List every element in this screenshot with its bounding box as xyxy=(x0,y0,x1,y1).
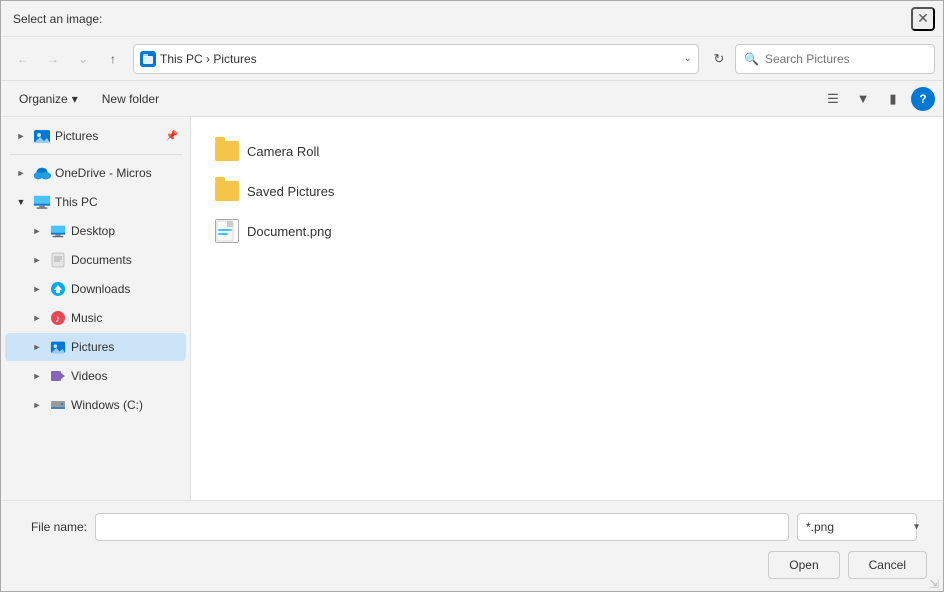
sidebar-label-windows-c: Windows (C:) xyxy=(71,398,143,412)
search-icon: 🔍 xyxy=(744,52,759,66)
dropdown-button[interactable]: ⌄ xyxy=(69,45,97,73)
music-icon: ♪ xyxy=(49,309,67,327)
nav-bar: ← → ⌄ ↑ This PC › Pictures ⌄ ↻ 🔍 xyxy=(1,37,943,81)
documents-icon xyxy=(49,251,67,269)
dialog-title: Select an image: xyxy=(13,12,102,26)
search-box[interactable]: 🔍 xyxy=(735,44,935,74)
file-name-document-png: Document.png xyxy=(247,224,332,239)
open-button[interactable]: Open xyxy=(768,551,839,579)
list-view-button[interactable]: ☰ xyxy=(819,86,847,112)
sidebar-item-windows-c[interactable]: ► Windows (C:) xyxy=(5,391,186,419)
bottom-bar: File name: *.png *.jpg *.bmp *.gif *.tif… xyxy=(1,500,943,591)
panel-icon: ▮ xyxy=(889,91,896,107)
expand-icon: ► xyxy=(29,223,45,239)
sidebar-label-desktop: Desktop xyxy=(71,224,115,238)
expand-icon: ► xyxy=(29,281,45,297)
dropdown-icon: ▼ xyxy=(857,91,870,106)
file-item-camera-roll[interactable]: Camera Roll xyxy=(207,133,927,169)
sidebar-label-videos: Videos xyxy=(71,369,107,383)
title-bar: Select an image: ✕ xyxy=(1,1,943,37)
sidebar-item-pictures-sub[interactable]: ► Pictures xyxy=(5,333,186,361)
file-name-label: File name: xyxy=(17,520,87,534)
pictures-sub-icon xyxy=(49,338,67,356)
file-item-document-png[interactable]: Document.png xyxy=(207,213,927,249)
sidebar-item-music[interactable]: ► ♪ Music xyxy=(5,304,186,332)
expand-icon: ► xyxy=(29,397,45,413)
sidebar-label-downloads: Downloads xyxy=(71,282,130,296)
expand-icon: ► xyxy=(29,310,45,326)
search-input[interactable] xyxy=(765,52,926,66)
address-icon xyxy=(140,51,156,67)
toolbar: Organize ▾ New folder ☰ ▼ ▮ ? xyxy=(1,81,943,117)
new-folder-button[interactable]: New folder xyxy=(92,86,169,112)
sidebar-item-videos[interactable]: ► Videos xyxy=(5,362,186,390)
svg-text:♪: ♪ xyxy=(55,314,60,325)
back-button[interactable]: ← xyxy=(9,45,37,73)
file-name-row: File name: *.png *.jpg *.bmp *.gif *.tif… xyxy=(17,513,927,541)
file-dialog: Select an image: ✕ ← → ⌄ ↑ This PC › Pic… xyxy=(0,0,944,592)
expand-icon: ► xyxy=(29,368,45,384)
file-name-input[interactable] xyxy=(95,513,789,541)
cancel-button[interactable]: Cancel xyxy=(848,551,927,579)
panel-view-button[interactable]: ▮ xyxy=(879,86,907,112)
sidebar-label-music: Music xyxy=(71,311,102,325)
pin-icon: 📌 xyxy=(166,131,178,142)
file-name-saved-pictures: Saved Pictures xyxy=(247,184,334,199)
videos-icon xyxy=(49,367,67,385)
sidebar-label-pictures-sub: Pictures xyxy=(71,340,114,354)
address-bar[interactable]: This PC › Pictures ⌄ xyxy=(133,44,699,74)
expand-icon: ► xyxy=(13,128,29,144)
file-area: Camera Roll Saved Pictures xyxy=(191,117,943,500)
file-type-select[interactable]: *.png *.jpg *.bmp *.gif *.tiff xyxy=(797,513,917,541)
folder-icon xyxy=(215,181,239,201)
action-buttons-row: Open Cancel xyxy=(17,551,927,579)
onedrive-icon xyxy=(33,164,51,182)
folder-icon xyxy=(215,141,239,161)
expand-icon: ► xyxy=(13,165,29,181)
expand-icon: ▼ xyxy=(13,194,29,210)
sidebar-item-onedrive[interactable]: ► OneDrive - Micros xyxy=(5,159,186,187)
sidebar-item-documents[interactable]: ► Documents xyxy=(5,246,186,274)
view-options: ☰ ▼ ▮ xyxy=(819,86,907,112)
sidebar-item-downloads[interactable]: ► Downloads xyxy=(5,275,186,303)
thispc-icon xyxy=(33,193,51,211)
up-button[interactable]: ↑ xyxy=(99,45,127,73)
expand-icon: ► xyxy=(29,339,45,355)
sidebar-label-onedrive: OneDrive - Micros xyxy=(55,166,152,180)
file-grid: Camera Roll Saved Pictures xyxy=(207,133,927,249)
sidebar-label-documents: Documents xyxy=(71,253,132,267)
desktop-icon xyxy=(49,222,67,240)
file-item-saved-pictures[interactable]: Saved Pictures xyxy=(207,173,927,209)
view-dropdown-button[interactable]: ▼ xyxy=(849,86,877,112)
sidebar-item-pictures-pinned[interactable]: ► Pictures 📌 xyxy=(5,122,186,150)
resize-handle[interactable]: ⇲ xyxy=(929,577,941,589)
address-text: This PC › Pictures xyxy=(160,52,680,66)
help-button[interactable]: ? xyxy=(911,87,935,111)
png-file-icon xyxy=(215,219,239,243)
refresh-button[interactable]: ↻ xyxy=(705,45,733,73)
downloads-icon xyxy=(49,280,67,298)
expand-icon: ► xyxy=(29,252,45,268)
drive-icon xyxy=(49,396,67,414)
pictures-icon xyxy=(33,127,51,145)
sidebar: ► Pictures 📌 ► OneDrive - Micros ▼ xyxy=(1,117,191,500)
sidebar-label-thispc: This PC xyxy=(55,195,98,209)
forward-button[interactable]: → xyxy=(39,45,67,73)
file-name-camera-roll: Camera Roll xyxy=(247,144,319,159)
list-icon: ☰ xyxy=(827,91,839,107)
file-type-wrapper: *.png *.jpg *.bmp *.gif *.tiff xyxy=(797,513,927,541)
sidebar-item-desktop[interactable]: ► Desktop xyxy=(5,217,186,245)
organize-button[interactable]: Organize ▾ xyxy=(9,86,88,112)
close-button[interactable]: ✕ xyxy=(911,7,935,31)
sidebar-label-pictures: Pictures xyxy=(55,129,98,143)
address-chevron[interactable]: ⌄ xyxy=(684,53,692,64)
sidebar-item-thispc[interactable]: ▼ This PC xyxy=(5,188,186,216)
main-content: ► Pictures 📌 ► OneDrive - Micros ▼ xyxy=(1,117,943,500)
